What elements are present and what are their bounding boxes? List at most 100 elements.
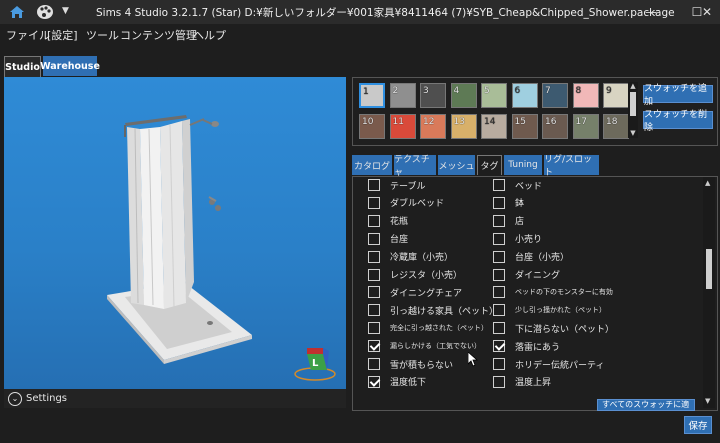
tag-row[interactable]: 冷蔵庫（小売） bbox=[368, 249, 453, 265]
tag-row[interactable]: ダイニングチェア bbox=[368, 284, 462, 300]
tag-checkbox[interactable] bbox=[368, 340, 380, 353]
tag-row[interactable]: テーブル bbox=[368, 177, 425, 193]
swatch-17[interactable]: 17 bbox=[572, 114, 599, 139]
tag-checkbox[interactable] bbox=[493, 322, 505, 335]
scroll-up-icon[interactable]: ▲ bbox=[629, 82, 637, 90]
swatch-13[interactable]: 13 bbox=[450, 114, 477, 139]
scroll-up-icon[interactable]: ▲ bbox=[705, 179, 710, 187]
save-button[interactable]: 保存 bbox=[684, 416, 712, 434]
tag-row[interactable]: ダイニング bbox=[493, 267, 560, 283]
tag-scrollbar[interactable]: ▲ ▼ bbox=[703, 177, 715, 408]
swatch-5[interactable]: 5 bbox=[481, 83, 507, 108]
tag-checkbox[interactable] bbox=[493, 286, 505, 299]
tag-checkbox[interactable] bbox=[493, 340, 505, 353]
swatch-8[interactable]: 8 bbox=[572, 83, 599, 108]
tag-row[interactable]: 少し引っ掻かれた（ペット） bbox=[493, 302, 606, 318]
tag-checkbox[interactable] bbox=[368, 250, 380, 263]
menu-tools[interactable]: ツール bbox=[86, 27, 119, 43]
tab-tags[interactable]: タグ bbox=[477, 155, 502, 175]
tag-row[interactable]: 落雷にあう bbox=[493, 338, 560, 354]
tag-row[interactable]: 店 bbox=[493, 213, 524, 229]
swatch-4[interactable]: 4 bbox=[450, 83, 477, 108]
tag-checkbox[interactable] bbox=[368, 375, 380, 388]
swatch-9[interactable]: 9 bbox=[603, 83, 629, 108]
delete-swatch-button[interactable]: スウォッチを削除 bbox=[643, 110, 713, 133]
tag-checkbox[interactable] bbox=[493, 179, 505, 191]
tag-row[interactable]: 完全に引っ越された（ペット） bbox=[368, 320, 488, 336]
tag-checkbox[interactable] bbox=[368, 358, 380, 370]
menu-help[interactable]: ヘルプ bbox=[193, 27, 226, 43]
chevron-down-icon[interactable]: ⌄ bbox=[8, 391, 22, 406]
scroll-thumb[interactable] bbox=[706, 249, 712, 289]
tag-row[interactable]: ベッド bbox=[493, 177, 542, 193]
swatch-scrollbar[interactable]: ▲ ▼ bbox=[628, 82, 638, 138]
tag-checkbox[interactable] bbox=[368, 214, 380, 227]
tab-catalog[interactable]: カタログ bbox=[352, 155, 392, 175]
tag-row[interactable]: 温度上昇 bbox=[493, 374, 551, 390]
tag-checkbox[interactable] bbox=[368, 232, 380, 245]
tag-checkbox[interactable] bbox=[493, 268, 505, 281]
palette-icon[interactable] bbox=[36, 3, 58, 21]
tag-checkbox[interactable] bbox=[368, 304, 380, 317]
tag-checkbox[interactable] bbox=[493, 304, 505, 317]
tag-row[interactable]: 温度低下 bbox=[368, 374, 426, 390]
swatch-15[interactable]: 15 bbox=[511, 114, 538, 139]
tag-checkbox[interactable] bbox=[493, 358, 505, 370]
swatch-12[interactable]: 12 bbox=[420, 114, 446, 139]
menu-settings[interactable]: [設定] bbox=[47, 27, 78, 43]
tag-row[interactable]: ホリデー伝統パーティ bbox=[493, 356, 604, 372]
swatch-18[interactable]: 18 bbox=[603, 114, 629, 139]
swatch-7[interactable]: 7 bbox=[542, 83, 568, 108]
scroll-down-icon[interactable]: ▼ bbox=[705, 397, 710, 405]
home-icon[interactable] bbox=[8, 3, 26, 21]
tag-row[interactable]: ベッドの下のモンスターに有効 bbox=[493, 284, 613, 300]
tag-checkbox[interactable] bbox=[493, 196, 505, 209]
window-title: Sims 4 Studio 3.2.1.7 (Star) D:¥新しいフォルダー… bbox=[96, 7, 675, 19]
tab-rig-slot[interactable]: リグ/スロット bbox=[544, 155, 599, 178]
swatch-11[interactable]: 11 bbox=[389, 114, 416, 139]
tab-studio[interactable]: Studio bbox=[4, 56, 41, 77]
tab-tuning[interactable]: Tuning bbox=[504, 155, 542, 175]
swatch-6[interactable]: 6 bbox=[511, 83, 538, 108]
add-swatch-button[interactable]: スウォッチを追加 bbox=[643, 84, 713, 107]
tab-warehouse[interactable]: Warehouse bbox=[40, 56, 100, 76]
tag-checkbox[interactable] bbox=[493, 250, 505, 263]
tag-row[interactable]: 台座（小売） bbox=[493, 249, 569, 265]
minimize-button[interactable]: — bbox=[628, 0, 674, 24]
3d-viewport[interactable]: L bbox=[4, 77, 346, 389]
tag-row[interactable]: 下に潜らない（ペット） bbox=[493, 320, 614, 336]
tag-checkbox[interactable] bbox=[368, 196, 380, 209]
scroll-down-icon[interactable]: ▼ bbox=[629, 129, 637, 137]
tag-checkbox[interactable] bbox=[493, 375, 505, 388]
tag-row[interactable]: 引っ越ける家具（ペット） bbox=[368, 302, 498, 318]
close-button[interactable]: ✕ bbox=[694, 0, 720, 24]
tag-checkbox[interactable] bbox=[493, 214, 505, 227]
tag-row[interactable]: レジスタ（小売） bbox=[368, 267, 462, 283]
tag-row[interactable]: 台座 bbox=[368, 231, 408, 247]
swatch-14[interactable]: 14 bbox=[481, 114, 507, 139]
swatch-16[interactable]: 16 bbox=[542, 114, 568, 139]
menu-file[interactable]: ファイル bbox=[6, 27, 50, 43]
menu-content-management[interactable]: コンテンツ管理 bbox=[120, 27, 197, 43]
tag-row[interactable]: 漏らしかける（工気でない） bbox=[368, 338, 481, 354]
apply-all-swatches-button[interactable]: すべてのスウォッチに適用 bbox=[597, 399, 695, 411]
tag-row[interactable]: ダブルベッド bbox=[368, 195, 444, 211]
tag-row[interactable]: 雪が積もらない bbox=[368, 356, 453, 372]
swatch-10[interactable]: 10 bbox=[359, 114, 385, 139]
tag-checkbox[interactable] bbox=[493, 232, 505, 245]
tag-row[interactable]: 花瓶 bbox=[368, 213, 408, 229]
tag-checkbox[interactable] bbox=[368, 268, 380, 281]
swatch-1[interactable]: 1 bbox=[359, 83, 385, 108]
tag-checkbox[interactable] bbox=[368, 179, 380, 191]
settings-bar[interactable]: ⌄ Settings bbox=[4, 389, 346, 408]
chevron-down-icon[interactable]: ▼ bbox=[62, 6, 76, 24]
scroll-thumb[interactable] bbox=[630, 92, 636, 116]
tag-checkbox[interactable] bbox=[368, 286, 380, 299]
tab-mesh[interactable]: メッシュ bbox=[438, 155, 475, 175]
swatch-2[interactable]: 2 bbox=[389, 83, 416, 108]
tab-texture[interactable]: テクスチャ bbox=[394, 155, 436, 178]
tag-row[interactable]: 鉢 bbox=[493, 195, 524, 211]
tag-checkbox[interactable] bbox=[368, 322, 380, 335]
swatch-3[interactable]: 3 bbox=[420, 83, 446, 108]
tag-row[interactable]: 小売り bbox=[493, 231, 542, 247]
